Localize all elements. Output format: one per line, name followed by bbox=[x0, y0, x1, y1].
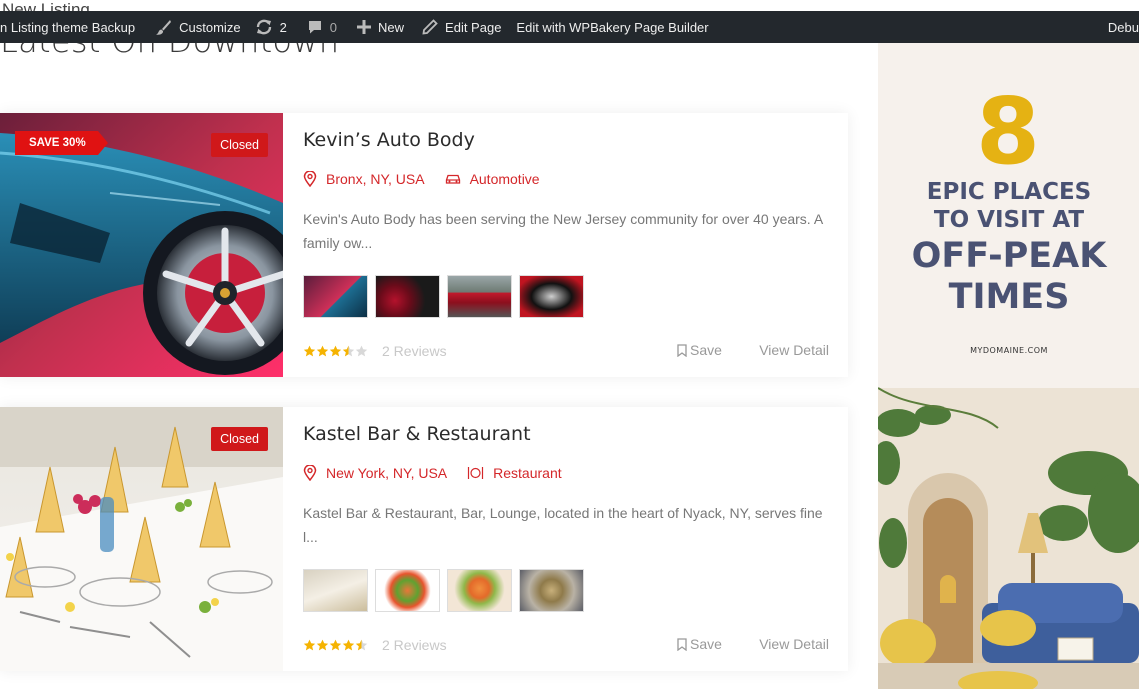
admin-edit-page-label: Edit Page bbox=[445, 19, 502, 35]
admin-comments-count: 0 bbox=[329, 19, 338, 35]
admin-wpbakery-label: Edit with WPBakery Page Builder bbox=[516, 19, 709, 35]
ad-line-4: TIMES bbox=[949, 277, 1070, 317]
ad-domain: MYDOMAINE.COM bbox=[970, 346, 1048, 355]
rating-stars bbox=[303, 345, 368, 357]
listing-category-text: Automotive bbox=[469, 171, 540, 187]
admin-debug-label: Debu bbox=[1107, 19, 1139, 35]
listing-card[interactable]: Closed Kastel Bar & Restaurant New York,… bbox=[0, 407, 848, 671]
star-icon bbox=[329, 345, 342, 357]
listing-body: Kevin’s Auto Body Bronx, NY, USA Automot… bbox=[303, 113, 833, 377]
star-icon bbox=[329, 639, 342, 651]
admin-customize-label: Customize bbox=[179, 19, 241, 35]
view-detail-link[interactable]: View Detail bbox=[759, 636, 829, 652]
save-label: Save bbox=[690, 636, 722, 652]
gallery-thumb[interactable] bbox=[375, 275, 440, 318]
listing-gallery bbox=[303, 275, 591, 318]
save-button[interactable]: Save bbox=[677, 636, 722, 652]
comment-icon bbox=[308, 21, 321, 34]
listing-description: Kastel Bar & Restaurant, Bar, Lounge, lo… bbox=[303, 505, 823, 545]
listing-location-text: New York, NY, USA bbox=[326, 465, 448, 481]
listing-title[interactable]: Kastel Bar & Restaurant bbox=[303, 423, 531, 445]
updates-icon bbox=[256, 19, 271, 35]
admin-updates-link[interactable]: 2 bbox=[248, 11, 294, 43]
listing-category[interactable]: Automotive bbox=[445, 171, 540, 187]
gallery-thumb[interactable] bbox=[303, 569, 368, 612]
listing-title[interactable]: Kevin’s Auto Body bbox=[303, 129, 475, 151]
gallery-thumb[interactable] bbox=[519, 275, 584, 318]
listing-gallery bbox=[303, 569, 591, 612]
listing-category[interactable]: Restaurant bbox=[467, 465, 562, 481]
bookmark-icon bbox=[677, 637, 687, 651]
admin-new-label: New bbox=[378, 19, 405, 35]
ad-artwork: 8 EPIC PLACES TO VISIT AT OFF-PEAK TIMES… bbox=[878, 43, 1139, 689]
listing-location-text: Bronx, NY, USA bbox=[326, 171, 425, 187]
listing-footer: 2 Reviews Save View Detail bbox=[303, 635, 829, 655]
listing-location[interactable]: Bronx, NY, USA bbox=[303, 171, 425, 187]
listing-category-text: Restaurant bbox=[493, 465, 562, 481]
admin-debug-link[interactable]: Debu bbox=[1101, 11, 1139, 43]
plus-icon bbox=[357, 20, 372, 34]
save-label: Save bbox=[690, 342, 722, 358]
gallery-thumb[interactable] bbox=[519, 569, 584, 612]
view-detail-link[interactable]: View Detail bbox=[759, 342, 829, 358]
admin-customize-link[interactable]: Customize bbox=[148, 11, 247, 43]
gallery-thumb[interactable] bbox=[447, 275, 512, 318]
listing-footer: 2 Reviews Save View Detail bbox=[303, 341, 829, 361]
page: New Listing Latest On Downtown n Listing… bbox=[0, 0, 1139, 689]
admin-updates-count: 2 bbox=[279, 19, 287, 35]
rating-stars bbox=[303, 639, 368, 651]
star-icon bbox=[355, 639, 368, 651]
listing-meta: Bronx, NY, USA Automotive bbox=[303, 171, 560, 187]
star-icon bbox=[355, 345, 368, 357]
admin-comments-link[interactable]: 0 bbox=[300, 11, 344, 43]
star-icon bbox=[342, 345, 355, 357]
reviews-link[interactable]: 2 Reviews bbox=[382, 343, 447, 359]
star-icon bbox=[303, 345, 316, 357]
discount-badge: SAVE 30% bbox=[15, 131, 108, 155]
listing-card[interactable]: SAVE 30% Closed Kevin’s Auto Body Bronx,… bbox=[0, 113, 848, 377]
admin-site-link[interactable]: n Listing theme Backup bbox=[0, 11, 142, 43]
listing-location[interactable]: New York, NY, USA bbox=[303, 465, 447, 481]
bookmark-icon bbox=[677, 343, 687, 357]
star-icon bbox=[342, 639, 355, 651]
reviews-link[interactable]: 2 Reviews bbox=[382, 637, 447, 653]
car-icon bbox=[445, 174, 460, 184]
star-icon bbox=[316, 639, 329, 651]
listing-photo-car[interactable]: SAVE 30% Closed bbox=[0, 113, 283, 377]
map-pin-icon bbox=[303, 171, 317, 187]
save-button[interactable]: Save bbox=[677, 342, 722, 358]
sidebar-ad[interactable]: 8 EPIC PLACES TO VISIT AT OFF-PEAK TIMES… bbox=[878, 43, 1139, 689]
listing-photo-restaurant[interactable]: Closed bbox=[0, 407, 283, 671]
gallery-thumb[interactable] bbox=[303, 275, 368, 318]
admin-bar: n Listing theme Backup Customize 2 0 New… bbox=[0, 11, 1139, 43]
pencil-icon bbox=[422, 19, 438, 35]
listing-body: Kastel Bar & Restaurant New York, NY, US… bbox=[303, 407, 833, 671]
brush-icon bbox=[156, 19, 172, 35]
map-pin-icon bbox=[303, 465, 317, 481]
ad-line-3: OFF-PEAK bbox=[912, 236, 1109, 276]
status-badge: Closed bbox=[211, 427, 268, 451]
ad-number: 8 bbox=[976, 78, 1040, 185]
star-icon bbox=[316, 345, 329, 357]
listing-description: Kevin's Auto Body has been serving the N… bbox=[303, 211, 823, 251]
star-icon bbox=[303, 639, 316, 651]
listing-meta: New York, NY, USA Restaurant bbox=[303, 465, 582, 481]
ad-line-2: TO VISIT AT bbox=[934, 207, 1084, 233]
admin-new-link[interactable]: New bbox=[350, 11, 411, 43]
gallery-thumb[interactable] bbox=[375, 569, 440, 612]
dining-icon bbox=[468, 467, 484, 479]
ad-line-1: EPIC PLACES bbox=[927, 179, 1091, 205]
gallery-thumb[interactable] bbox=[447, 569, 512, 612]
admin-edit-page-link[interactable]: Edit Page bbox=[415, 11, 508, 43]
admin-site-label: n Listing theme Backup bbox=[0, 19, 136, 35]
admin-wpbakery-link[interactable]: Edit with WPBakery Page Builder bbox=[509, 11, 715, 43]
status-badge: Closed bbox=[211, 133, 268, 157]
